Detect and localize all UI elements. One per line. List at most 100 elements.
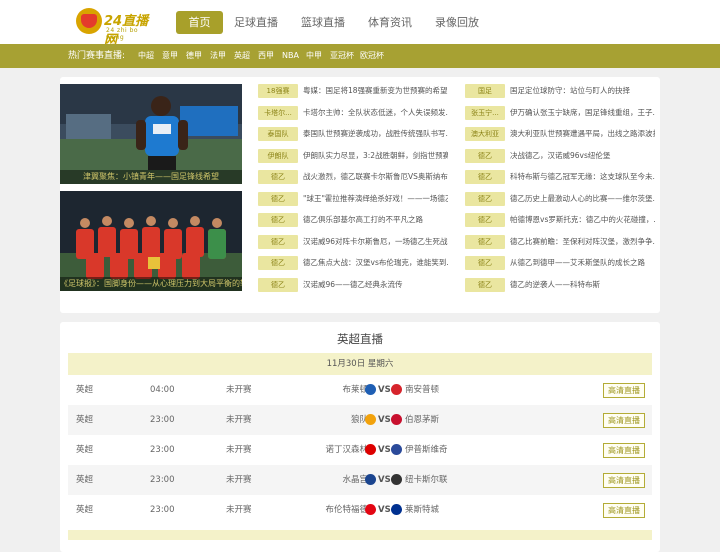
news-item[interactable]: 德乙 汉诺威96对阵卡尔斯鲁厄，一场德乙生死战! bbox=[258, 235, 448, 249]
news-title[interactable]: 德乙的逆袭人——科特布斯 bbox=[510, 278, 655, 292]
news-title[interactable]: 德乙俱乐部基尔高工打的不平凡之路 bbox=[303, 213, 448, 227]
news-tag[interactable]: 德乙 bbox=[258, 170, 298, 184]
news-item[interactable]: 泰国队 泰国队世预赛逆袭成功，战胜传统强队书写... bbox=[258, 127, 448, 141]
nav-home[interactable]: 首页 bbox=[176, 11, 223, 34]
match-league[interactable]: 英超 bbox=[76, 495, 93, 525]
news-title[interactable]: 德乙历史上最激动人心的比赛——维尔茨堡... bbox=[510, 192, 655, 206]
match-league[interactable]: 英超 bbox=[76, 465, 93, 495]
news-image-2[interactable]: 《足球报》：国脚身份——从心理压力到大局平衡的较量 bbox=[60, 191, 242, 291]
site-logo[interactable]: 24直播网 24 zhi bo wang bbox=[76, 6, 156, 48]
news-item[interactable]: 德乙 德乙比赛前瞻：圣保利对阵汉堡，激烈争争... bbox=[465, 235, 655, 249]
news-tag[interactable]: 德乙 bbox=[465, 235, 505, 249]
hot-item-afc-cl[interactable]: 亚冠杯 bbox=[330, 44, 354, 68]
news-tag[interactable]: 伊朗队 bbox=[258, 149, 298, 163]
home-team[interactable]: 诺丁汉森林 bbox=[325, 435, 368, 465]
news-item[interactable]: 国足 国足定位球防守：站位与盯人的抉择 bbox=[465, 84, 655, 98]
match-status: 未开赛 bbox=[226, 475, 252, 485]
news-item[interactable]: 德乙 德乙的逆袭人——科特布斯 bbox=[465, 278, 655, 292]
news-item[interactable]: 德乙 德乙历史上最激动人心的比赛——维尔茨堡... bbox=[465, 192, 655, 206]
news-tag[interactable]: 德乙 bbox=[258, 278, 298, 292]
news-item[interactable]: 德乙 德乙俱乐部基尔高工打的不平凡之路 bbox=[258, 213, 448, 227]
news-tag[interactable]: 18强赛 bbox=[258, 84, 298, 98]
nav-basketball-live[interactable]: 篮球直播 bbox=[298, 11, 348, 34]
news-item[interactable]: 德乙 战火激烈，德乙联赛卡尔斯鲁厄VS奥斯纳布... bbox=[258, 170, 448, 184]
news-title[interactable]: 国足定位球防守：站位与盯人的抉择 bbox=[510, 84, 655, 98]
news-title[interactable]: 战火激烈，德乙联赛卡尔斯鲁厄VS奥斯纳布... bbox=[303, 170, 448, 184]
news-tag[interactable]: 德乙 bbox=[465, 170, 505, 184]
hot-item-csl[interactable]: 中超 bbox=[138, 44, 154, 68]
news-item[interactable]: 伊朗队 伊朗队实力尽显，3:2战胜朝鲜，剑指世预赛... bbox=[258, 149, 448, 163]
news-title[interactable]: 伊万确认张玉宁缺席，国足锋线重组，王子... bbox=[510, 106, 655, 120]
news-image-2-caption[interactable]: 《足球报》：国脚身份——从心理压力到大局平衡的较量 bbox=[60, 277, 242, 291]
news-tag[interactable]: 卡塔尔... bbox=[258, 106, 298, 120]
news-tag[interactable]: 国足 bbox=[465, 84, 505, 98]
home-team[interactable]: 布伦特福德 bbox=[325, 495, 368, 525]
news-image-1[interactable]: 津翼聚焦：小镇青年——国足锋线希望 bbox=[60, 84, 242, 184]
hot-item-premier-league[interactable]: 英超 bbox=[234, 44, 250, 68]
news-tag[interactable]: 澳大利亚 bbox=[465, 127, 505, 141]
news-title[interactable]: 卡塔尔主帅：全队状态低迷，个人失误频发... bbox=[303, 106, 448, 120]
news-item[interactable]: 张玉宁... 伊万确认张玉宁缺席，国足锋线重组，王子... bbox=[465, 106, 655, 120]
news-title[interactable]: 德乙焦点大战：汉堡vs布伦瑞克，谁能笑到... bbox=[303, 256, 448, 270]
news-item[interactable]: 德乙 从德乙到德甲——艾禾斯堡队的成长之路 bbox=[465, 256, 655, 270]
news-item[interactable]: 德乙 科特布斯与德乙冠军无缘：这支球队至今未... bbox=[465, 170, 655, 184]
news-title[interactable]: 科特布斯与德乙冠军无缘：这支球队至今未... bbox=[510, 170, 655, 184]
hot-item-ucl[interactable]: 欧冠杯 bbox=[360, 44, 384, 68]
news-tag[interactable]: 德乙 bbox=[465, 278, 505, 292]
news-item[interactable]: 澳大利亚 澳大利亚队世预赛遭遇平局，出线之路添波折 bbox=[465, 127, 655, 141]
match-league[interactable]: 英超 bbox=[76, 405, 93, 435]
news-title[interactable]: 从德乙到德甲——艾禾斯堡队的成长之路 bbox=[510, 256, 655, 270]
hot-item-bundesliga[interactable]: 德甲 bbox=[186, 44, 202, 68]
news-item[interactable]: 卡塔尔... 卡塔尔主帅：全队状态低迷，个人失误频发... bbox=[258, 106, 448, 120]
hot-item-nba[interactable]: NBA bbox=[282, 44, 299, 68]
news-title[interactable]: 汉诺威96——德乙经典永流传 bbox=[303, 278, 448, 292]
news-tag[interactable]: 德乙 bbox=[465, 213, 505, 227]
news-title[interactable]: "球王"霍拉推荐演绎绝杀好戏！——一场德乙... bbox=[303, 192, 448, 206]
hot-item-china-league-one[interactable]: 中甲 bbox=[306, 44, 322, 68]
away-team[interactable]: 纽卡斯尔联 bbox=[405, 465, 448, 495]
hd-live-button[interactable]: 高清直播 bbox=[603, 503, 645, 518]
away-team[interactable]: 伊普斯维奇 bbox=[405, 435, 448, 465]
news-title[interactable]: 粤媒：国足将18强赛重新变为世预赛的希望... bbox=[303, 84, 448, 98]
away-team[interactable]: 莱斯特城 bbox=[405, 495, 439, 525]
news-title[interactable]: 帕德博恩vs罗斯托克：德乙中的火花碰撞，... bbox=[510, 213, 655, 227]
news-title[interactable]: 汉诺威96对阵卡尔斯鲁厄，一场德乙生死战! bbox=[303, 235, 448, 249]
match-time: 23:00 bbox=[150, 475, 175, 485]
news-item[interactable]: 德乙 决战德乙，汉诺威96vs纽伦堡 bbox=[465, 149, 655, 163]
logo-emblem-icon bbox=[76, 8, 102, 34]
news-title[interactable]: 德乙比赛前瞻：圣保利对阵汉堡，激烈争争... bbox=[510, 235, 655, 249]
news-tag[interactable]: 德乙 bbox=[465, 149, 505, 163]
news-tag[interactable]: 德乙 bbox=[258, 256, 298, 270]
news-tag[interactable]: 德乙 bbox=[258, 235, 298, 249]
news-item[interactable]: 德乙 "球王"霍拉推荐演绎绝杀好戏！——一场德乙... bbox=[258, 192, 448, 206]
hot-item-laliga[interactable]: 西甲 bbox=[258, 44, 274, 68]
news-item[interactable]: 德乙 帕德博恩vs罗斯托克：德乙中的火花碰撞，... bbox=[465, 213, 655, 227]
news-title[interactable]: 泰国队世预赛逆袭成功，战胜传统强队书写... bbox=[303, 127, 448, 141]
hot-item-ligue1[interactable]: 法甲 bbox=[210, 44, 226, 68]
match-league[interactable]: 英超 bbox=[76, 375, 93, 405]
hot-item-serie-a[interactable]: 意甲 bbox=[162, 44, 178, 68]
news-tag[interactable]: 德乙 bbox=[465, 256, 505, 270]
news-item[interactable]: 德乙 德乙焦点大战：汉堡vs布伦瑞克，谁能笑到... bbox=[258, 256, 448, 270]
news-tag[interactable]: 德乙 bbox=[465, 192, 505, 206]
news-title[interactable]: 澳大利亚队世预赛遭遇平局，出线之路添波折 bbox=[510, 127, 655, 141]
away-team[interactable]: 伯恩茅斯 bbox=[405, 405, 439, 435]
nav-replays[interactable]: 录像回放 bbox=[432, 11, 482, 34]
hd-live-button[interactable]: 高清直播 bbox=[603, 383, 645, 398]
hd-live-button[interactable]: 高清直播 bbox=[603, 413, 645, 428]
news-item[interactable]: 18强赛 粤媒：国足将18强赛重新变为世预赛的希望... bbox=[258, 84, 448, 98]
nav-football-live[interactable]: 足球直播 bbox=[231, 11, 281, 34]
away-team[interactable]: 南安普顿 bbox=[405, 375, 439, 405]
news-image-1-caption[interactable]: 津翼聚焦：小镇青年——国足锋线希望 bbox=[60, 170, 242, 184]
match-league[interactable]: 英超 bbox=[76, 435, 93, 465]
hd-live-button[interactable]: 高清直播 bbox=[603, 443, 645, 458]
news-title[interactable]: 决战德乙，汉诺威96vs纽伦堡 bbox=[510, 149, 655, 163]
news-tag[interactable]: 德乙 bbox=[258, 213, 298, 227]
news-item[interactable]: 德乙 汉诺威96——德乙经典永流传 bbox=[258, 278, 448, 292]
news-tag[interactable]: 张玉宁... bbox=[465, 106, 505, 120]
nav-sports-news[interactable]: 体育资讯 bbox=[365, 11, 415, 34]
news-tag[interactable]: 德乙 bbox=[258, 192, 298, 206]
news-tag[interactable]: 泰国队 bbox=[258, 127, 298, 141]
hd-live-button[interactable]: 高清直播 bbox=[603, 473, 645, 488]
news-title[interactable]: 伊朗队实力尽显，3:2战胜朝鲜，剑指世预赛... bbox=[303, 149, 448, 163]
